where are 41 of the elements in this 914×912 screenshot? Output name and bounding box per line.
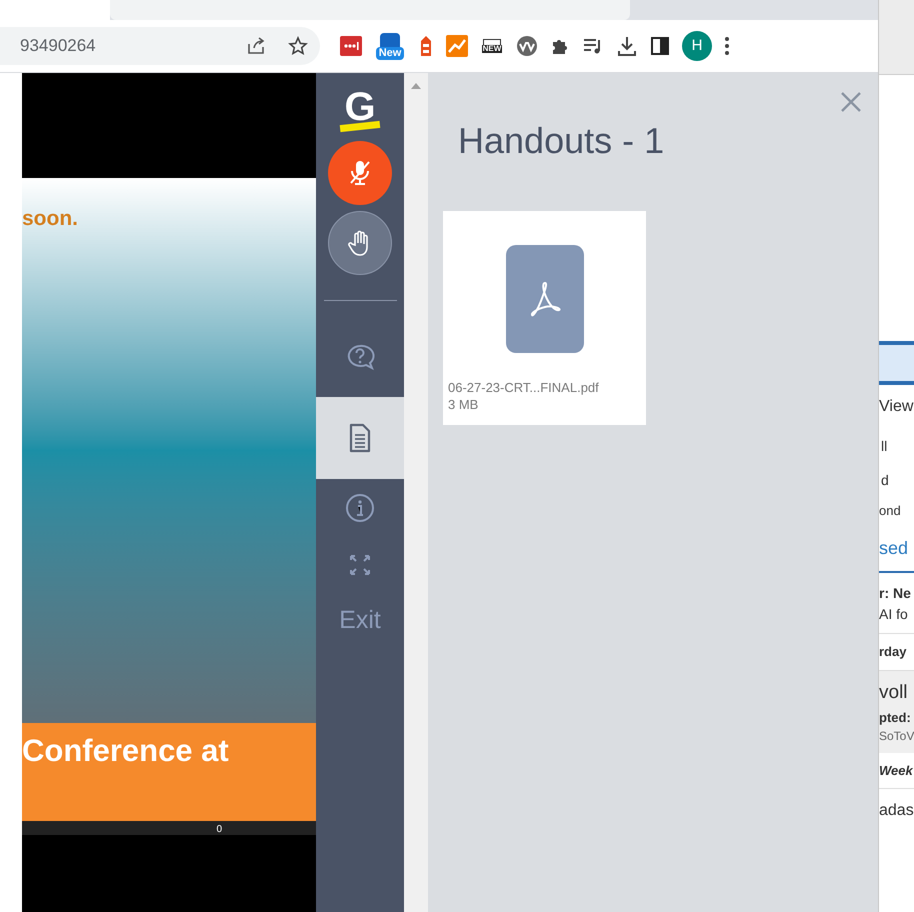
background-window-text: View <box>879 397 914 417</box>
chart-icon[interactable] <box>446 35 468 57</box>
fullscreen-icon <box>349 554 371 576</box>
slide-footer-text: 0 <box>216 825 222 835</box>
background-window-text: pted: <box>879 708 912 727</box>
file-size: 3 MB <box>448 396 480 413</box>
background-window-text: Week <box>879 762 913 780</box>
star-icon[interactable] <box>288 36 308 56</box>
slide-text: soon. <box>22 208 79 229</box>
logo: G <box>340 86 380 130</box>
pdf-file-icon <box>506 245 584 353</box>
share-icon[interactable] <box>246 36 266 56</box>
info-icon <box>345 493 375 523</box>
handout-card[interactable]: 06-27-23-CRT...FINAL.pdf 3 MB <box>443 211 646 425</box>
background-window-text: adas <box>879 801 914 821</box>
ribbon-band <box>879 341 914 385</box>
menu-icon[interactable] <box>724 36 730 56</box>
exit-button[interactable]: Exit <box>339 602 381 640</box>
background-window-text: r: Ne <box>879 584 912 603</box>
side-panel-icon[interactable] <box>650 36 670 56</box>
background-window-text: AI fo <box>879 605 909 624</box>
slide-banner-text: Conference at <box>22 735 229 766</box>
address-bar[interactable]: 93490264 <box>0 27 320 65</box>
background-window-text: voll <box>879 681 909 705</box>
profile-avatar[interactable]: H <box>682 31 712 61</box>
address-text: 93490264 <box>20 35 97 58</box>
file-name: 06-27-23-CRT...FINAL.pdf <box>448 379 600 396</box>
extension-icon[interactable] <box>340 36 362 56</box>
tower-icon[interactable] <box>418 35 434 57</box>
background-window-text: sed <box>879 536 908 560</box>
microphone-icon <box>348 159 372 187</box>
background-window-text: ond <box>879 502 901 520</box>
download-icon[interactable] <box>616 35 638 57</box>
background-window-text: ll <box>880 436 888 456</box>
background-window-text: SoToV <box>879 728 914 745</box>
wave-icon[interactable] <box>516 35 538 57</box>
document-icon <box>348 423 372 453</box>
background-window-text: rday <box>879 643 906 662</box>
background-window-text: d <box>880 470 889 490</box>
panel-title: Handouts - 1 <box>458 123 666 159</box>
handouts-tab[interactable] <box>316 397 404 479</box>
